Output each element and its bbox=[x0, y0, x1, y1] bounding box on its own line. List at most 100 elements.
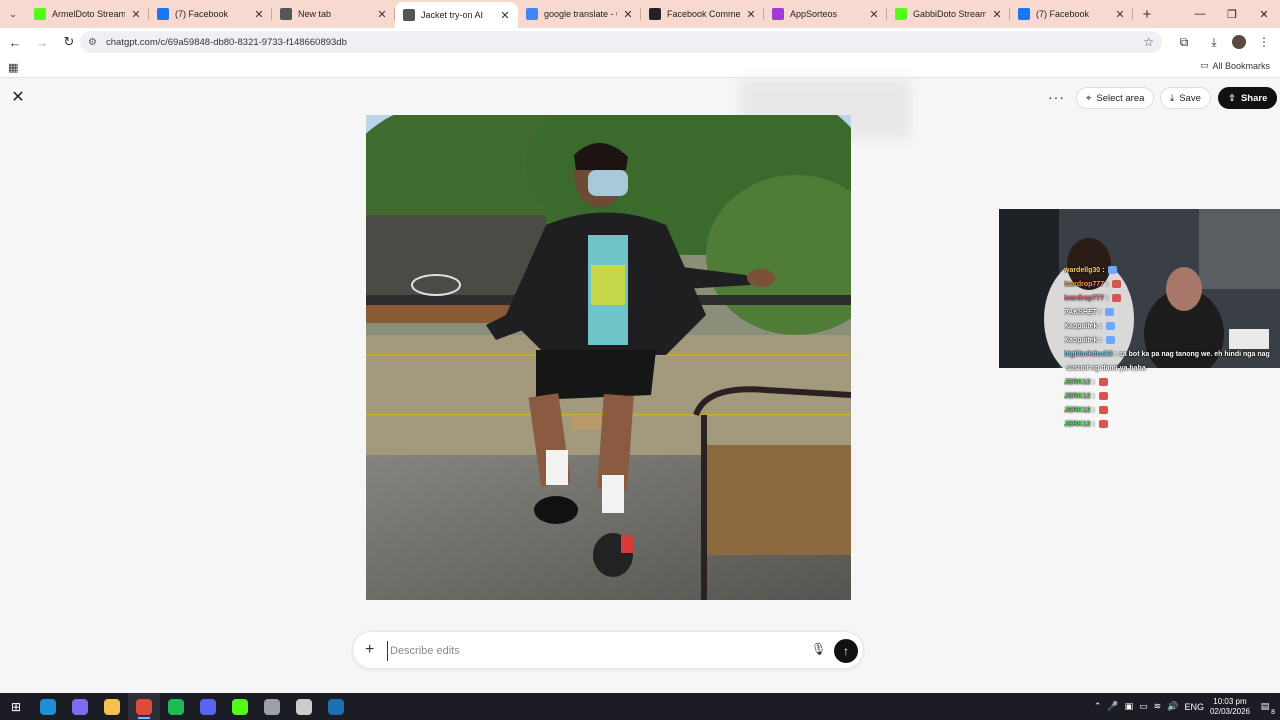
facebook-icon bbox=[157, 8, 169, 20]
chat-message: teardrop777: bbox=[1064, 292, 1280, 306]
chat-separator: : bbox=[1099, 323, 1104, 330]
spotify-icon bbox=[168, 698, 184, 715]
select-area-icon: ⌖ bbox=[1086, 92, 1092, 104]
taskbar-app-8[interactable] bbox=[256, 693, 288, 720]
close-tab-icon[interactable]: ✕ bbox=[254, 8, 264, 21]
share-button[interactable]: ⇪ Share bbox=[1218, 87, 1278, 109]
close-icon[interactable]: ✕ bbox=[10, 89, 26, 106]
chat-separator: : bbox=[1098, 309, 1104, 316]
tab-4[interactable]: Jacket try-on AI ✕ bbox=[395, 2, 518, 28]
tab-2[interactable]: (7) Facebook ✕ bbox=[149, 0, 272, 28]
kick-icon bbox=[232, 698, 248, 715]
close-tab-icon[interactable]: ✕ bbox=[131, 8, 141, 21]
describe-edits-input[interactable] bbox=[387, 641, 807, 661]
tab-search-button[interactable]: ⌄ bbox=[0, 0, 26, 28]
close-tab-icon[interactable]: ✕ bbox=[746, 8, 756, 21]
windows-icon: ⊞ bbox=[10, 699, 22, 714]
extensions-icon[interactable]: ⧉ bbox=[1172, 30, 1196, 54]
taskbar-app-10[interactable] bbox=[320, 693, 352, 720]
close-tab-icon[interactable]: ✕ bbox=[377, 8, 387, 21]
notification-button[interactable]: ▤ 8 bbox=[1256, 698, 1275, 716]
all-bookmarks-button[interactable]: ▭ All Bookmarks bbox=[1200, 60, 1270, 71]
battery-icon[interactable]: ▭ bbox=[1139, 701, 1148, 712]
menu-icon[interactable]: ⋮ bbox=[1252, 30, 1276, 54]
tab-3[interactable]: New tab ✕ bbox=[272, 0, 395, 28]
appsorteos-icon bbox=[772, 8, 784, 20]
close-tab-icon[interactable]: ✕ bbox=[623, 8, 633, 21]
tab-title: ArmelDoto Stream - bbox=[52, 9, 125, 19]
chat-separator: : bbox=[1092, 407, 1097, 414]
start-button[interactable]: ⊞ bbox=[0, 693, 32, 720]
chat-separator: : bbox=[1106, 281, 1111, 288]
chat-username: JERK12 bbox=[1064, 393, 1091, 400]
file-explorer-icon bbox=[104, 698, 120, 715]
close-window-icon[interactable]: ✕ bbox=[1248, 0, 1280, 28]
restore-icon[interactable]: ❐ bbox=[1216, 0, 1248, 28]
volume-icon[interactable]: 🔊 bbox=[1167, 701, 1178, 712]
url-text[interactable]: chatgpt.com/c/69a59848-db80-8321-9733-f1… bbox=[106, 37, 347, 48]
tab-6[interactable]: Facebook Comment ✕ bbox=[641, 0, 764, 28]
add-attachment-icon[interactable]: + bbox=[365, 641, 374, 659]
microphone-icon[interactable]: 🎤 bbox=[1107, 701, 1118, 712]
forward-icon[interactable]: → bbox=[30, 30, 54, 54]
select-area-button[interactable]: ⌖ Select area bbox=[1076, 87, 1155, 109]
bookmark-star-icon[interactable]: ☆ bbox=[1143, 35, 1154, 49]
chat-message: Kaopaitek: bbox=[1064, 320, 1280, 334]
send-button[interactable]: ↑ bbox=[834, 639, 858, 663]
tab-5[interactable]: google translate - Go ✕ bbox=[518, 0, 641, 28]
back-icon[interactable]: ← bbox=[3, 30, 27, 54]
taskbar-app-7[interactable] bbox=[224, 693, 256, 720]
more-options-icon[interactable]: ··· bbox=[1048, 89, 1065, 105]
tab-title: AppSorteos bbox=[790, 9, 838, 19]
close-tab-icon[interactable]: ✕ bbox=[500, 9, 510, 22]
taskbar-app-3[interactable] bbox=[96, 693, 128, 720]
chevron-down-icon: ⌄ bbox=[9, 8, 17, 19]
download-icon[interactable]: ⤓ bbox=[1202, 30, 1226, 54]
new-tab-button[interactable]: + bbox=[1133, 0, 1161, 28]
select-area-label: Select area bbox=[1096, 92, 1145, 104]
display-icon[interactable]: ▣ bbox=[1125, 701, 1134, 712]
share-label: Share bbox=[1240, 92, 1268, 104]
wifi-icon[interactable]: ≋ bbox=[1154, 701, 1162, 712]
save-button[interactable]: ⤓ Save bbox=[1160, 87, 1211, 109]
address-bar: ← → ↻ ⚙ chatgpt.com/c/69a59848-db80-8321… bbox=[0, 28, 1280, 56]
comment-tool-icon bbox=[649, 8, 661, 20]
copilot-icon bbox=[72, 698, 88, 715]
tab-7[interactable]: AppSorteos ✕ bbox=[764, 0, 887, 28]
language-indicator[interactable]: ENG bbox=[1184, 702, 1204, 712]
chat-separator: : bbox=[1092, 421, 1097, 428]
chatgpt-icon bbox=[403, 9, 415, 21]
clock[interactable]: 10:03 pm 02/03/2026 bbox=[1210, 697, 1250, 717]
site-settings-icon[interactable]: ⚙ bbox=[88, 37, 102, 48]
tab-1[interactable]: ArmelDoto Stream - ✕ bbox=[26, 0, 149, 28]
taskbar-app-6[interactable] bbox=[192, 693, 224, 720]
omnibox[interactable]: ⚙ chatgpt.com/c/69a59848-db80-8321-9733-… bbox=[80, 31, 1162, 53]
taskbar-app-2[interactable] bbox=[64, 693, 96, 720]
close-tab-icon[interactable]: ✕ bbox=[1115, 8, 1125, 21]
settings-icon bbox=[264, 698, 280, 715]
taskbar-app-5[interactable] bbox=[160, 693, 192, 720]
chat-username: bigblackduck3 bbox=[1064, 351, 1113, 358]
tab-title: google translate - Go bbox=[544, 9, 617, 19]
tab-9[interactable]: (7) Facebook ✕ bbox=[1010, 0, 1133, 28]
steam-icon bbox=[328, 698, 344, 715]
minimize-icon[interactable]: — bbox=[1184, 0, 1216, 28]
tab-8[interactable]: GabbiDoto Stream - ✕ bbox=[887, 0, 1010, 28]
chat-text: sa bot ka pa nag tanong we. eh hindi nga… bbox=[1118, 351, 1270, 358]
chevron-up-icon[interactable]: ⌃ bbox=[1094, 701, 1102, 712]
taskbar-app-4[interactable] bbox=[128, 693, 160, 720]
taskbar-app-9[interactable] bbox=[288, 693, 320, 720]
reload-icon[interactable]: ↻ bbox=[57, 30, 81, 54]
globe-icon bbox=[280, 8, 292, 20]
avatar[interactable] bbox=[1232, 35, 1246, 49]
chat-username: tsardrop777 bbox=[1064, 281, 1105, 288]
save-label: Save bbox=[1179, 92, 1201, 104]
chat-username: JERK12 bbox=[1064, 421, 1091, 428]
apps-grid-icon[interactable]: ▦ bbox=[8, 61, 18, 74]
microphone-icon[interactable]: 🎙 bbox=[811, 642, 826, 656]
facebook-icon bbox=[1018, 8, 1030, 20]
taskbar-app-1[interactable] bbox=[32, 693, 64, 720]
close-tab-icon[interactable]: ✕ bbox=[869, 8, 879, 21]
close-tab-icon[interactable]: ✕ bbox=[992, 8, 1002, 21]
chat-message: PAKSHET: bbox=[1064, 306, 1280, 320]
